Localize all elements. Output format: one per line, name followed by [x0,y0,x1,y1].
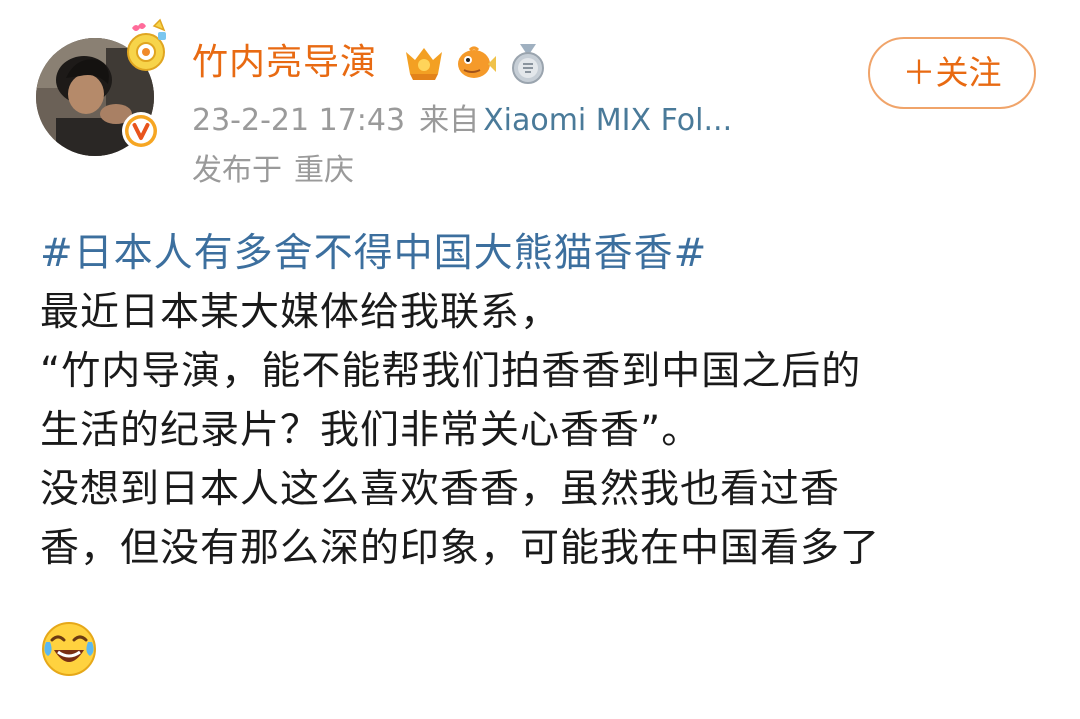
content-line: “竹内导演，能不能帮我们拍香香到中国之后的 [40,349,862,394]
content-line: 香，但没有那么深的印象，可能我在中国看多了 [40,526,881,571]
post-time: 23-2-21 17:43 [192,103,406,138]
weibo-post: 竹内亮导演 23-2-21 17:43 来自 Xiaomi MIX Fol... 发… [0,0,1080,719]
location-name: 重庆 [294,153,354,188]
content-line: 最近日本某大媒体给我联系， [40,290,561,335]
content-line: 生活的纪录片？我们非常关心香香”。 [40,408,702,453]
location-prefix: 发布于 [192,153,282,188]
follow-button[interactable]: ＋关注 [868,37,1036,109]
sun-badge-icon[interactable] [402,42,446,86]
verified-v-icon [122,112,160,150]
author-badges [402,42,550,86]
post-meta: 23-2-21 17:43 来自 Xiaomi MIX Fol... [192,98,732,144]
laugh-cry-emoji-icon [42,622,96,676]
author-name[interactable]: 竹内亮导演 [192,38,377,88]
topic-hashtag-link[interactable]: #日本人有多舍不得中国大熊猫香香# [40,224,1050,283]
author-avatar-group[interactable] [36,18,166,156]
post-source-link[interactable]: Xiaomi MIX Fol... [483,103,732,138]
source-prefix: 来自 [419,103,480,138]
post-location: 发布于 重庆 [192,148,354,194]
avatar-pendant-icon [127,18,166,71]
medal-badge-icon[interactable] [506,42,550,86]
fish-badge-icon[interactable] [454,42,498,86]
post-content: #日本人有多舍不得中国大熊猫香香# 最近日本某大媒体给我联系， “竹内导演，能不… [40,224,1050,578]
content-line: 没想到日本人这么喜欢香香，虽然我也看过香 [40,467,841,512]
